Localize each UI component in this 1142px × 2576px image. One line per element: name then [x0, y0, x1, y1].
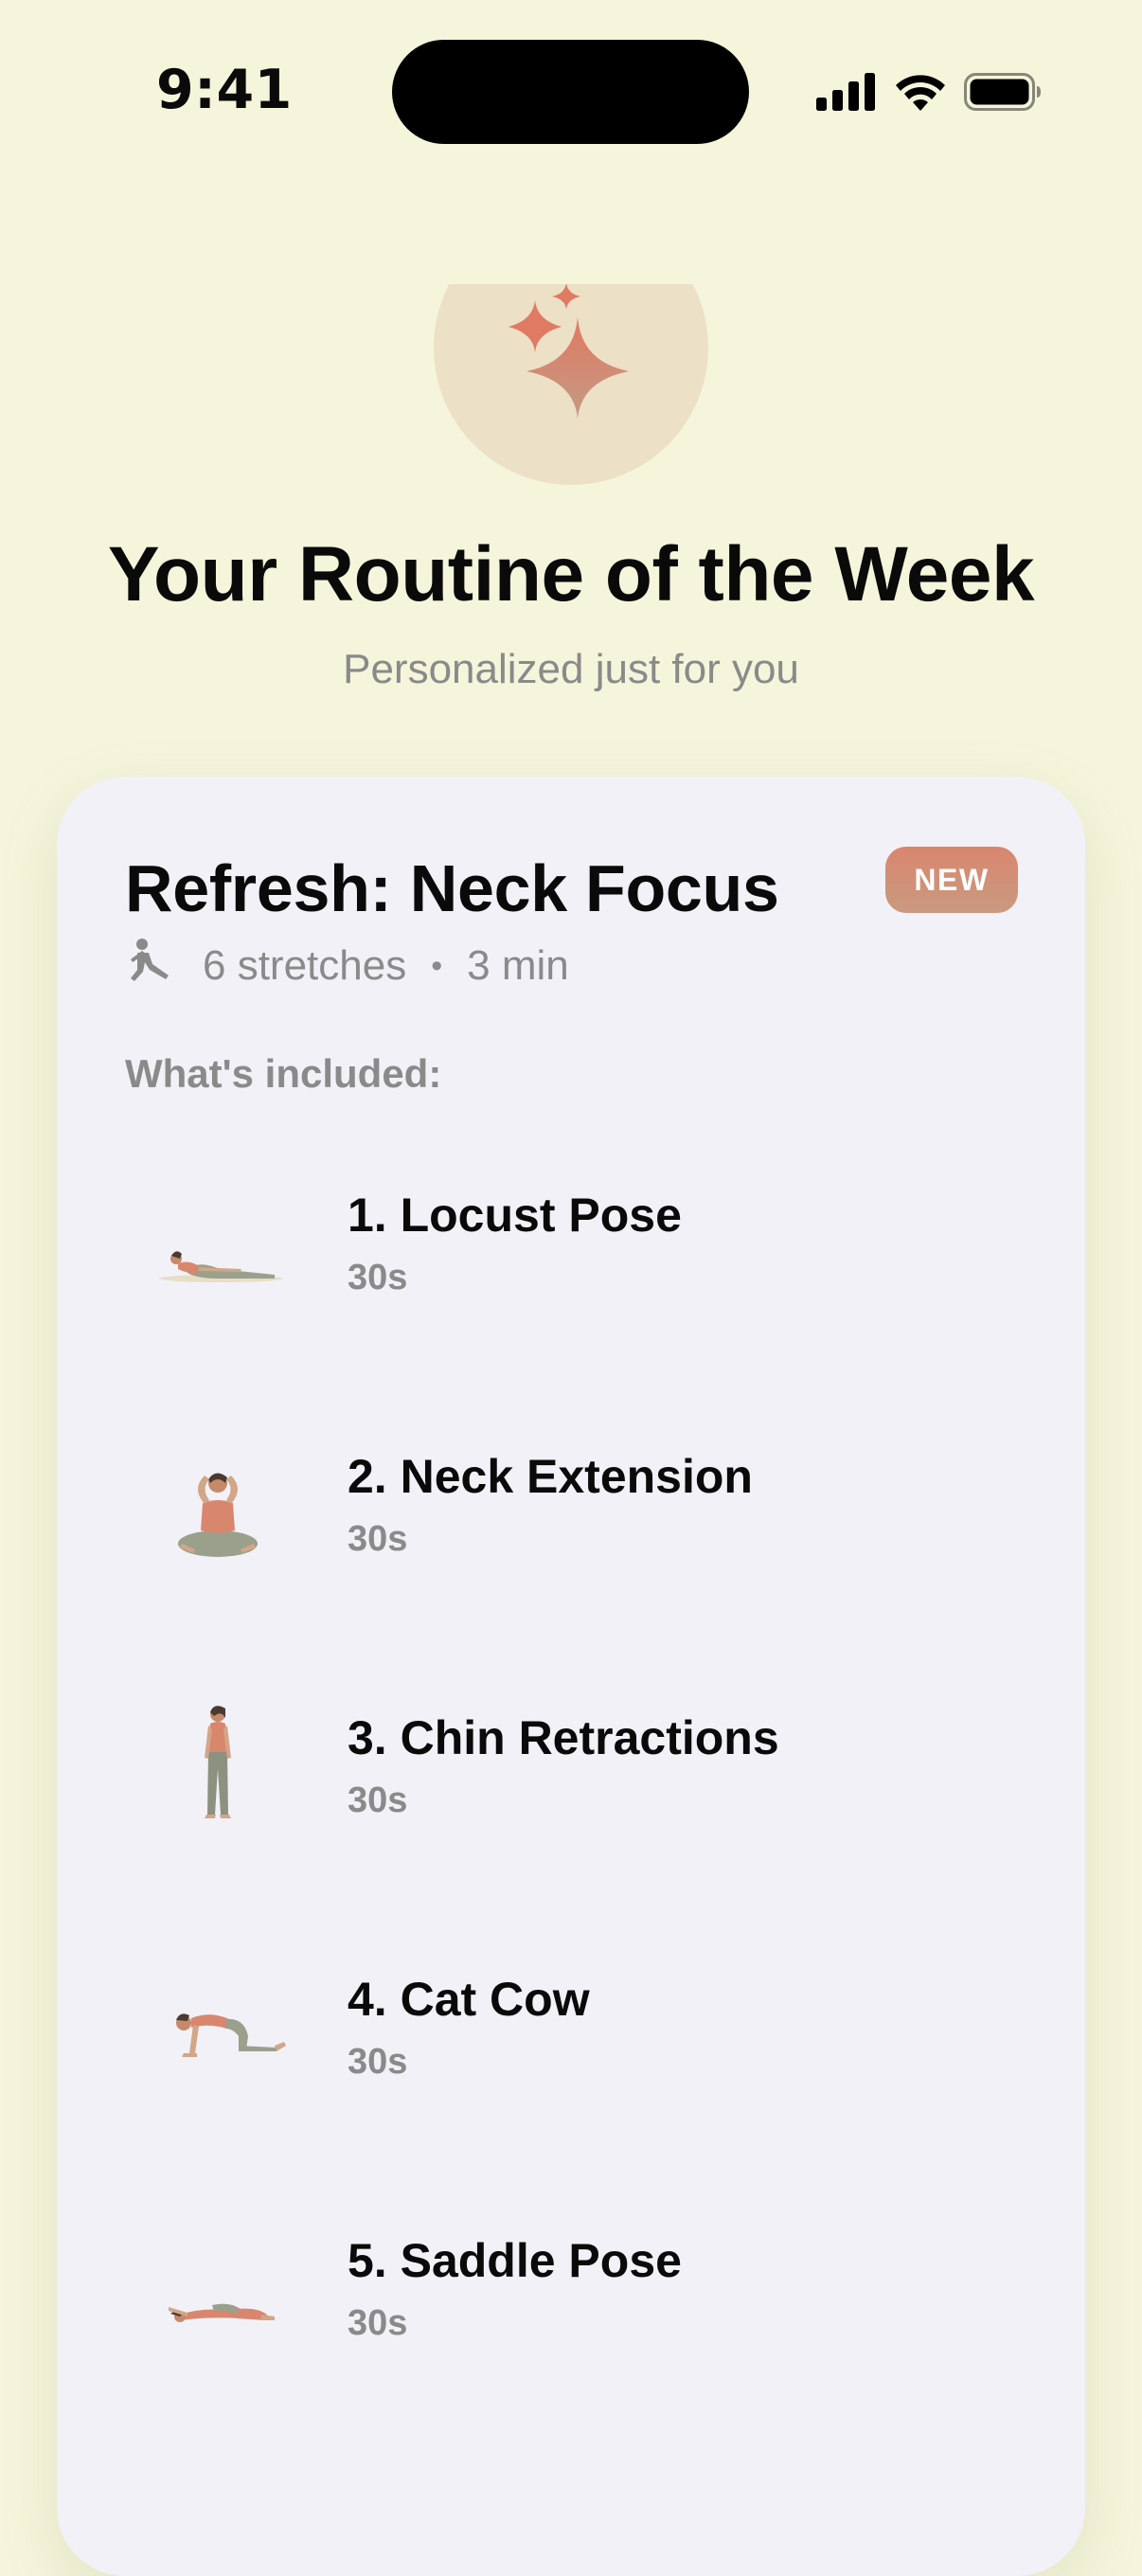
- locust-pose-illustration: [159, 1251, 282, 1282]
- included-heading: What's included:: [125, 1051, 442, 1096]
- exercise-name: 4. Cat Cow: [348, 1973, 590, 2026]
- exercise-duration: 30s: [348, 1258, 408, 1297]
- exercise-name: 2. Neck Extension: [348, 1450, 753, 1503]
- routine-meta: 6 stretches • 3 min: [125, 938, 569, 995]
- battery-icon: [964, 73, 1042, 111]
- cellular-signal-icon: [816, 73, 877, 111]
- routine-title: Refresh: Neck Focus: [125, 851, 779, 925]
- meta-separator: •: [431, 947, 443, 984]
- exercise-item[interactable]: 1. Locust Pose 30s: [57, 1148, 1085, 1337]
- sparkles-icon: [509, 284, 629, 419]
- exercise-name: 5. Saddle Pose: [348, 2234, 682, 2287]
- wifi-icon: [894, 73, 947, 111]
- exercise-item[interactable]: 2. Neck Extension 30s: [57, 1409, 1085, 1599]
- status-bar: 9:41: [0, 0, 1142, 180]
- cat-cow-illustration: [176, 2013, 286, 2057]
- page-subtitle: Personalized just for you: [343, 646, 799, 692]
- exercise-item[interactable]: 5. Saddle Pose 30s: [57, 2193, 1085, 2383]
- exercise-duration: 30s: [348, 2042, 408, 2082]
- dynamic-island: [392, 40, 749, 144]
- exercise-duration: 30s: [348, 1519, 408, 1559]
- person-stretch-icon: [125, 938, 172, 995]
- exercise-name: 3. Chin Retractions: [348, 1711, 779, 1764]
- new-badge: NEW: [885, 847, 1018, 913]
- exercise-duration: 30s: [348, 1780, 408, 1820]
- hero-icon-container: [434, 284, 708, 485]
- exercise-name: 1. Locust Pose: [348, 1189, 682, 1242]
- exercise-item[interactable]: 4. Cat Cow 30s: [57, 1932, 1085, 2121]
- routine-duration: 3 min: [467, 942, 569, 989]
- routine-card[interactable]: Refresh: Neck Focus NEW 6 stretches • 3 …: [57, 777, 1085, 2576]
- standing-pose-illustration: [205, 1706, 231, 1818]
- exercise-duration: 30s: [348, 2303, 408, 2343]
- status-time: 9:41: [156, 59, 293, 121]
- neck-extension-illustration: [178, 1473, 258, 1557]
- status-icons: [816, 68, 1042, 116]
- page-title: Your Routine of the Week: [107, 531, 1035, 617]
- saddle-pose-illustration: [169, 2303, 275, 2322]
- exercise-item[interactable]: 3. Chin Retractions 30s: [57, 1671, 1085, 1860]
- stretch-count: 6 stretches: [203, 942, 407, 989]
